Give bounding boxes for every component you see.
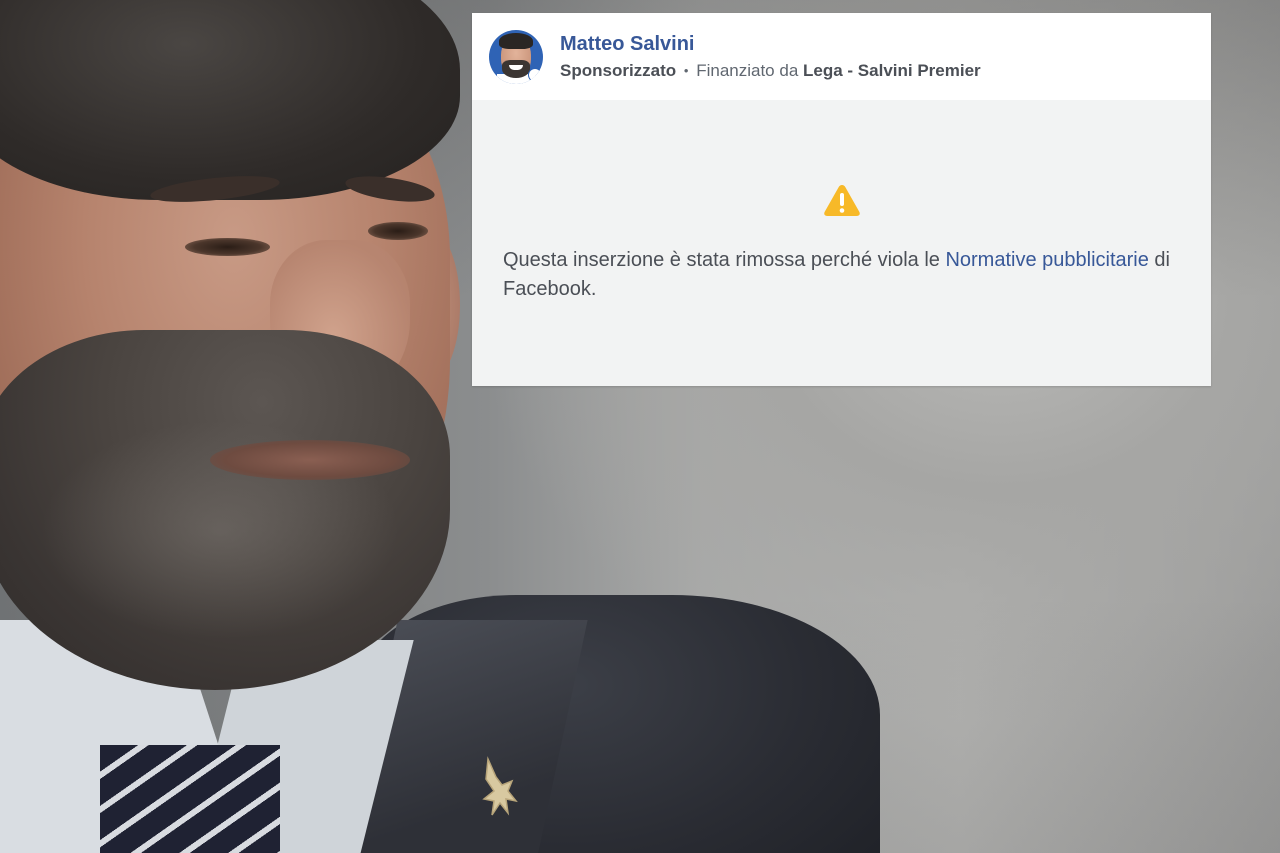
funded-by-prefix: Finanziato da	[696, 61, 799, 80]
left-eye	[185, 238, 270, 256]
avatar-hair	[499, 33, 533, 49]
right-eye	[368, 222, 428, 240]
post-header: Matteo Salvini Sponsorizzato • Finanziat…	[472, 13, 1211, 100]
striped-tie	[100, 745, 280, 853]
ad-policies-link[interactable]: Normative pubblicitarie	[945, 249, 1148, 271]
notice-text-before: Questa inserzione è stata rimossa perché…	[503, 249, 946, 271]
removed-ad-card: Matteo Salvini Sponsorizzato • Finanziat…	[472, 13, 1211, 386]
hair	[0, 0, 460, 200]
sponsored-meta: Sponsorizzato • Finanziato da Lega - Sal…	[560, 61, 981, 81]
meta-separator: •	[683, 63, 689, 78]
mouth	[210, 440, 410, 480]
page-avatar[interactable]	[489, 30, 543, 84]
lapel-pin-icon	[482, 756, 518, 816]
sponsored-label[interactable]: Sponsorizzato	[560, 61, 676, 80]
page-name-link[interactable]: Matteo Salvini	[560, 33, 694, 56]
avatar-badge-icon	[528, 68, 542, 82]
funded-by-name: Lega - Salvini Premier	[803, 61, 981, 80]
warning-triangle-icon	[824, 185, 860, 216]
removal-notice-text: Questa inserzione è stata rimossa perché…	[503, 246, 1183, 304]
